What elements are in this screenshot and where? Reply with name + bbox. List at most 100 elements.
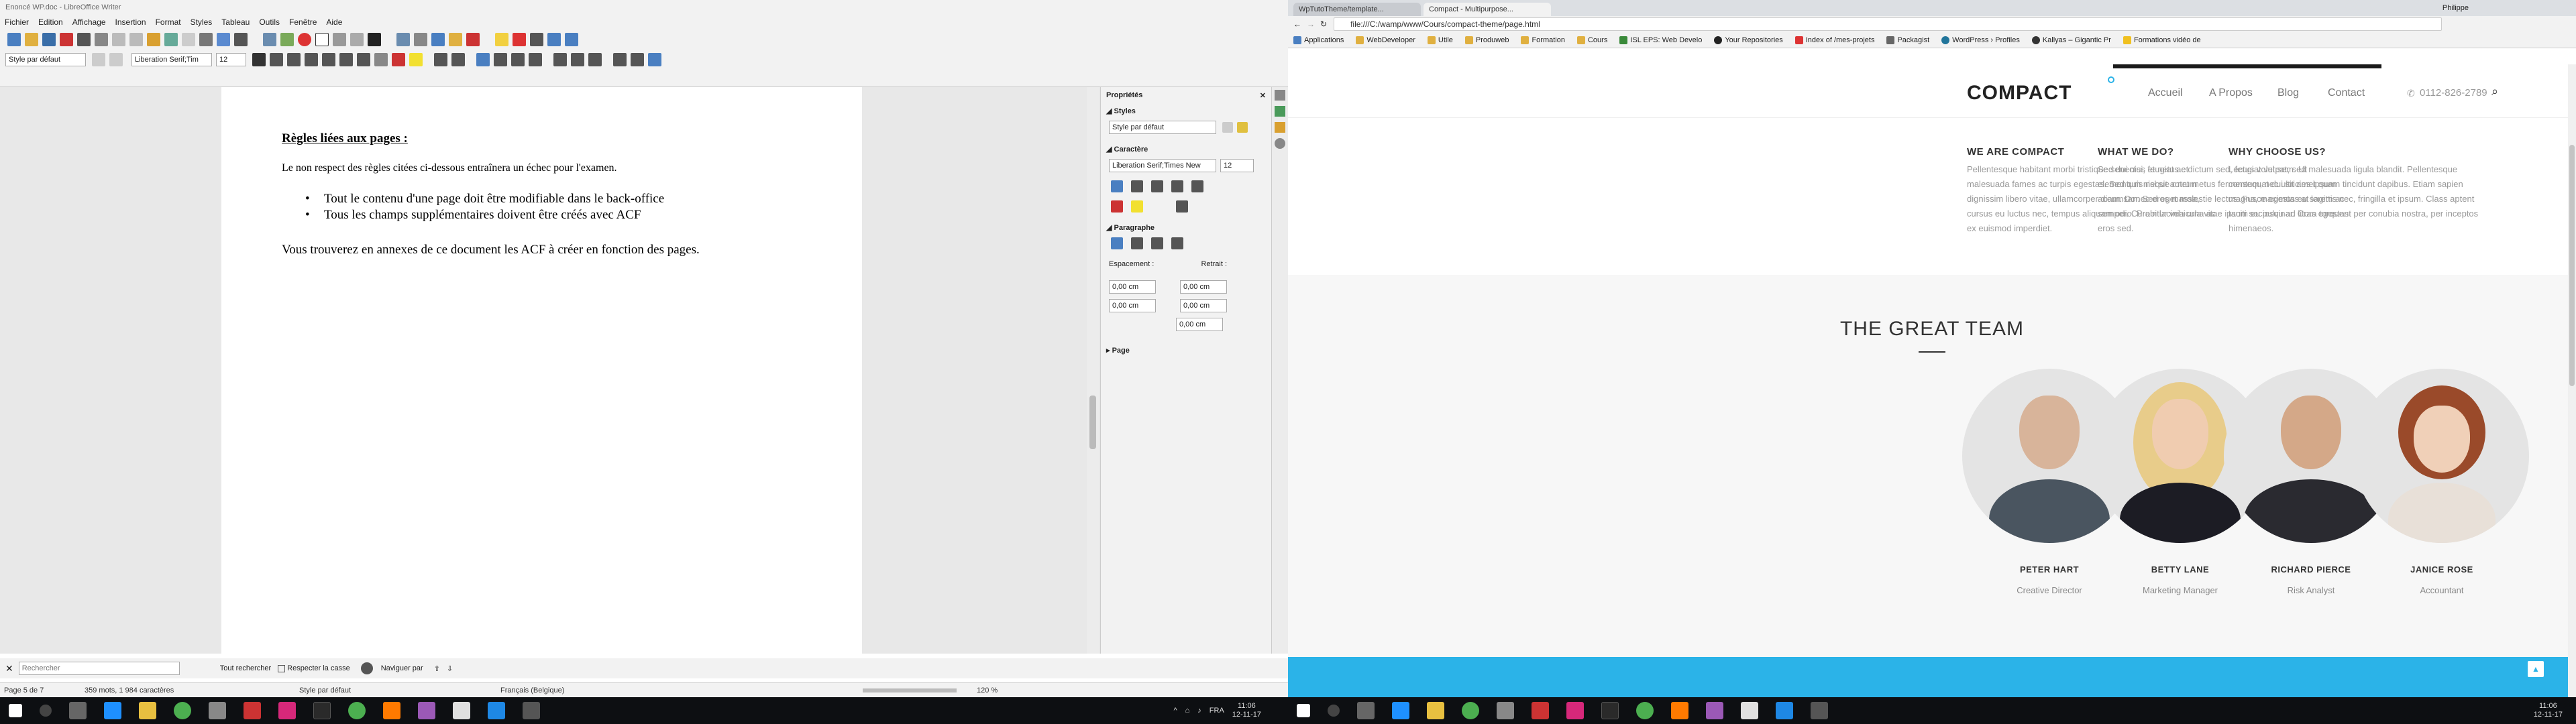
match-case-checkbox[interactable]: Respecter la casse bbox=[278, 664, 350, 672]
menu-outils[interactable]: Outils bbox=[254, 17, 284, 27]
writer-icon[interactable] bbox=[1776, 702, 1793, 719]
chrome-icon[interactable] bbox=[1636, 702, 1654, 719]
site-logo[interactable]: COMPACT bbox=[1967, 82, 2072, 105]
char-font-combo[interactable]: Liberation Serif;Times New bbox=[1109, 159, 1216, 172]
shadow-icon[interactable] bbox=[357, 53, 370, 66]
app-icon[interactable] bbox=[523, 702, 540, 719]
app-icon[interactable] bbox=[1601, 702, 1619, 719]
nav-a-propos[interactable]: A Propos bbox=[2209, 87, 2253, 99]
menu-insertion[interactable]: Insertion bbox=[111, 17, 151, 27]
footnote-icon[interactable] bbox=[414, 33, 427, 46]
writer-icon[interactable] bbox=[488, 702, 505, 719]
document-page[interactable]: Règles liées aux pages : Le non respect … bbox=[221, 87, 862, 654]
bold-icon[interactable] bbox=[1111, 180, 1123, 192]
bookmark-item[interactable]: Packagist bbox=[1886, 36, 1929, 44]
search-icon[interactable] bbox=[40, 705, 52, 717]
find-replace-icon[interactable] bbox=[199, 33, 213, 46]
strikethrough-icon[interactable] bbox=[305, 53, 318, 66]
bookmark-item[interactable]: Index of /mes-projets bbox=[1794, 36, 1874, 44]
cross-ref-icon[interactable] bbox=[466, 33, 480, 46]
search-icon[interactable]: ⌕ bbox=[2491, 84, 2498, 99]
spacing-above-spin[interactable]: 0,00 cm bbox=[1109, 280, 1156, 294]
scroll-top-icon[interactable]: ▲ bbox=[2528, 661, 2544, 677]
page-break-icon[interactable] bbox=[333, 33, 346, 46]
clock[interactable]: 11:06 12-11-17 bbox=[1232, 702, 1261, 719]
highlight-icon[interactable] bbox=[409, 53, 423, 66]
menu-fenetre[interactable]: Fenêtre bbox=[284, 17, 321, 27]
app-icon[interactable] bbox=[1706, 702, 1723, 719]
numbering-icon[interactable] bbox=[451, 53, 465, 66]
style-combo[interactable]: Style par défaut bbox=[1109, 121, 1216, 134]
bookmark-item[interactable]: Your Repositories bbox=[1714, 36, 1783, 44]
italic-icon[interactable] bbox=[1131, 180, 1143, 192]
menu-aide[interactable]: Aide bbox=[321, 17, 347, 27]
bold-icon[interactable] bbox=[252, 53, 266, 66]
update-style-icon[interactable] bbox=[1237, 122, 1248, 133]
app-icon[interactable] bbox=[1566, 702, 1584, 719]
font-color-icon[interactable] bbox=[1111, 200, 1123, 213]
bookmark-item[interactable]: WebDeveloper bbox=[1356, 36, 1415, 44]
styles-deck-icon[interactable] bbox=[1275, 106, 1285, 117]
para-spacing-up-icon[interactable] bbox=[571, 53, 584, 66]
track-changes-icon[interactable] bbox=[513, 33, 526, 46]
menu-styles[interactable]: Styles bbox=[186, 17, 217, 27]
first-line-indent-spin[interactable]: 0,00 cm bbox=[1176, 318, 1223, 331]
insert-image-icon[interactable] bbox=[280, 33, 294, 46]
paragraph-style-combo[interactable]: Style par défaut bbox=[5, 53, 86, 66]
reload-icon[interactable]: ↻ bbox=[1320, 19, 1327, 29]
bullets-icon[interactable] bbox=[434, 53, 447, 66]
styles-panel-header[interactable]: ◢ Styles bbox=[1101, 104, 1271, 118]
bookmark-item[interactable]: ISL EPS: Web Develo bbox=[1619, 36, 1702, 44]
volume-icon[interactable]: ♪ bbox=[1197, 707, 1201, 715]
char-size-combo[interactable]: 12 bbox=[1220, 159, 1254, 172]
page-panel-header[interactable]: ▸ Page bbox=[1101, 343, 1271, 357]
zoom-level[interactable]: 120 % bbox=[977, 686, 998, 695]
app-icon[interactable] bbox=[418, 702, 435, 719]
bookmark-item[interactable]: Applications bbox=[1293, 36, 1344, 44]
app-icon[interactable] bbox=[453, 702, 470, 719]
menu-format[interactable]: Format bbox=[151, 17, 186, 27]
italic-icon[interactable] bbox=[270, 53, 283, 66]
forward-icon[interactable]: → bbox=[1307, 19, 1315, 29]
insert-chart-icon[interactable] bbox=[298, 33, 311, 46]
header-footer-icon[interactable] bbox=[431, 33, 445, 46]
formatting-marks-icon[interactable] bbox=[234, 33, 248, 46]
chrome-icon[interactable] bbox=[174, 702, 191, 719]
cut-icon[interactable] bbox=[112, 33, 125, 46]
special-char-icon[interactable] bbox=[368, 33, 381, 46]
indent-increase-icon[interactable] bbox=[613, 53, 627, 66]
edge-icon[interactable] bbox=[1392, 702, 1409, 719]
print-icon[interactable] bbox=[77, 33, 91, 46]
underline-icon[interactable] bbox=[287, 53, 301, 66]
chrome-icon[interactable] bbox=[348, 702, 366, 719]
task-view-icon[interactable] bbox=[1357, 702, 1375, 719]
redo-icon[interactable] bbox=[182, 33, 195, 46]
menu-edition[interactable]: Edition bbox=[34, 17, 68, 27]
search-icon[interactable] bbox=[1328, 705, 1340, 717]
save-icon[interactable] bbox=[42, 33, 56, 46]
navigator-deck-icon[interactable] bbox=[1275, 138, 1285, 149]
find-replace-icon[interactable] bbox=[360, 662, 373, 674]
justify-icon[interactable] bbox=[529, 53, 542, 66]
para-spacing-down-icon[interactable] bbox=[588, 53, 602, 66]
hyperlink-icon[interactable] bbox=[396, 33, 410, 46]
spacing-below-spin[interactable]: 0,00 cm bbox=[1109, 299, 1156, 312]
strikethrough-icon[interactable] bbox=[1171, 180, 1183, 192]
page-scroll-thumb[interactable] bbox=[2569, 145, 2575, 386]
page-count[interactable]: Page 5 de 7 bbox=[4, 686, 85, 695]
menu-affichage[interactable]: Affichage bbox=[68, 17, 111, 27]
find-input[interactable] bbox=[18, 662, 180, 675]
find-prev-icon[interactable]: ⇧ bbox=[434, 664, 440, 673]
align-left-icon[interactable] bbox=[476, 53, 490, 66]
nav-accueil[interactable]: Accueil bbox=[2148, 87, 2183, 99]
text-box-icon[interactable] bbox=[315, 33, 329, 46]
lang-indicator[interactable]: FRA bbox=[1210, 707, 1224, 715]
align-right-icon[interactable] bbox=[511, 53, 525, 66]
print-preview-icon[interactable] bbox=[95, 33, 108, 46]
tray-arrow-icon[interactable]: ^ bbox=[1173, 707, 1177, 715]
app-icon[interactable] bbox=[278, 702, 296, 719]
line-spacing-icon[interactable] bbox=[553, 53, 567, 66]
bookmark-item[interactable]: Utile bbox=[1427, 36, 1453, 44]
start-icon[interactable] bbox=[1297, 704, 1310, 717]
spellcheck-icon[interactable] bbox=[217, 33, 230, 46]
